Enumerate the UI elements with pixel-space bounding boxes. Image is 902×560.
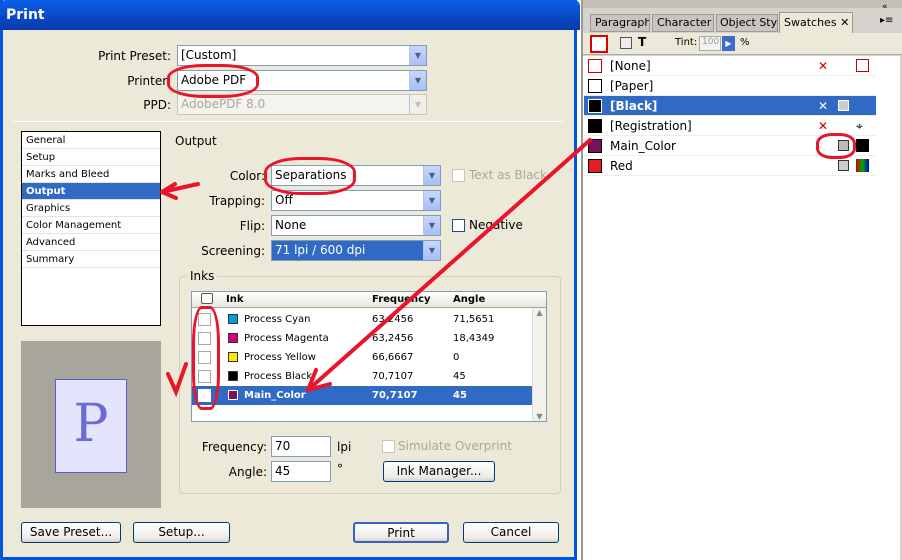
- annotation-arrow-output: [160, 182, 200, 200]
- annotation-checkmark: [166, 362, 188, 398]
- annotation-overlay: [160, 138, 592, 398]
- annotation-arrow-main-color: [306, 138, 592, 392]
